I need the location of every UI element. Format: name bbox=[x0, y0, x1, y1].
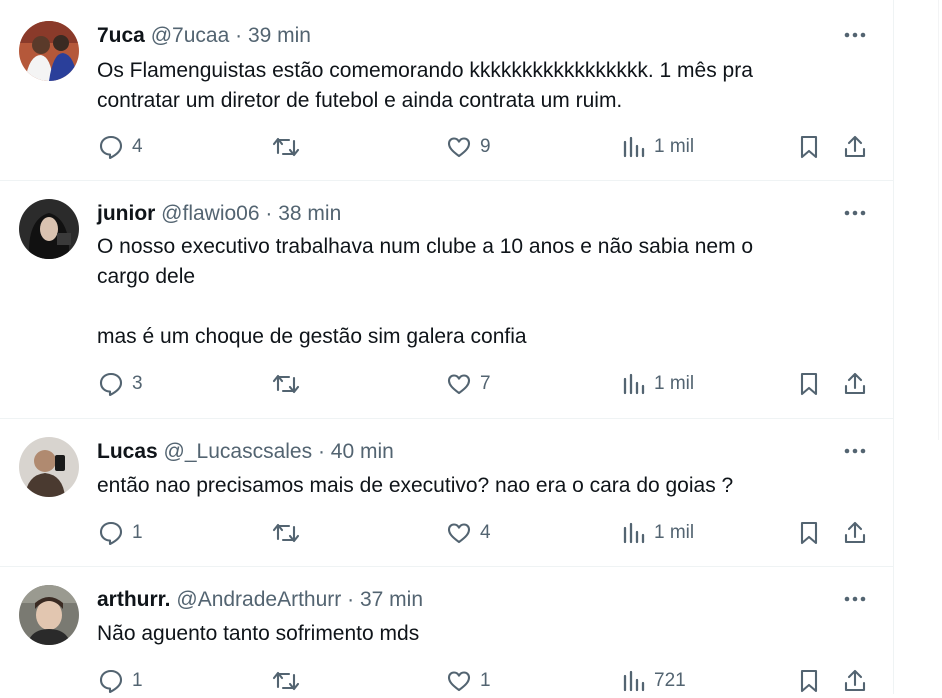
views-icon bbox=[623, 522, 645, 544]
separator-dot: · bbox=[235, 24, 243, 47]
author-handle[interactable]: @7ucaa bbox=[151, 24, 230, 47]
views-count: 1 mil bbox=[654, 522, 695, 543]
separator-dot: · bbox=[317, 440, 325, 463]
bookmark-button[interactable] bbox=[797, 668, 821, 694]
views-icon bbox=[623, 373, 645, 395]
right-column bbox=[894, 0, 942, 694]
author-name[interactable]: 7uca bbox=[97, 24, 145, 47]
reply-count: 1 bbox=[132, 670, 143, 691]
heart-icon bbox=[447, 523, 471, 544]
share-button[interactable] bbox=[842, 371, 868, 397]
heart-icon bbox=[447, 671, 471, 692]
repost-icon bbox=[272, 374, 300, 394]
more-icon[interactable] bbox=[842, 203, 868, 223]
timestamp[interactable]: 39 min bbox=[248, 24, 311, 47]
like-button[interactable]: 7 bbox=[446, 371, 491, 397]
like-button[interactable]: 1 bbox=[446, 668, 491, 694]
bookmark-button[interactable] bbox=[797, 134, 821, 160]
bookmark-icon bbox=[800, 372, 818, 396]
bookmark-icon bbox=[800, 135, 818, 159]
views-button[interactable]: 1 mil bbox=[622, 371, 694, 397]
avatar[interactable] bbox=[19, 585, 79, 645]
views-button[interactable]: 721 bbox=[622, 668, 686, 694]
author-name[interactable]: junior bbox=[97, 202, 155, 225]
reply-count: 4 bbox=[132, 136, 143, 157]
share-icon bbox=[844, 135, 866, 158]
tweet-text: Não aguento tanto sofrimento mds bbox=[97, 622, 420, 645]
more-icon[interactable] bbox=[842, 441, 868, 461]
tweet-text: Os Flamenguistas estão comemorando kkkkk… bbox=[97, 59, 753, 112]
like-button[interactable]: 4 bbox=[446, 520, 491, 546]
bookmark-icon bbox=[800, 669, 818, 693]
repost-button[interactable] bbox=[271, 371, 309, 397]
reply-count: 3 bbox=[132, 373, 143, 394]
bookmark-button[interactable] bbox=[797, 371, 821, 397]
action-bar: 4 9 1 mil bbox=[0, 130, 893, 164]
views-icon bbox=[623, 136, 645, 158]
repost-icon bbox=[272, 671, 300, 691]
tweet-text: então nao precisamos mais de executivo? … bbox=[97, 474, 734, 497]
timestamp[interactable]: 38 min bbox=[278, 202, 341, 225]
more-icon[interactable] bbox=[842, 25, 868, 45]
heart-icon bbox=[447, 137, 471, 158]
views-button[interactable]: 1 mil bbox=[622, 134, 694, 160]
separator-dot: · bbox=[347, 588, 355, 611]
share-icon bbox=[844, 521, 866, 544]
divider bbox=[938, 0, 939, 440]
reply-button[interactable]: 3 bbox=[98, 371, 143, 397]
bookmark-icon bbox=[800, 521, 818, 545]
author-name[interactable]: arthurr. bbox=[97, 588, 171, 611]
action-bar: 1 4 1 mil bbox=[0, 516, 893, 550]
timestamp[interactable]: 40 min bbox=[331, 440, 394, 463]
bookmark-button[interactable] bbox=[797, 520, 821, 546]
repost-button[interactable] bbox=[271, 520, 309, 546]
reply-count: 1 bbox=[132, 522, 143, 543]
like-count: 1 bbox=[480, 670, 491, 691]
action-bar: 1 1 721 bbox=[0, 664, 893, 698]
tweet[interactable]: 7uca @7ucaa · 39 min Os Flamenguistas es… bbox=[0, 0, 893, 181]
views-icon bbox=[623, 670, 645, 692]
reply-icon bbox=[99, 135, 123, 160]
share-button[interactable] bbox=[842, 134, 868, 160]
author-handle[interactable]: @_Lucascsales bbox=[164, 440, 313, 463]
share-button[interactable] bbox=[842, 520, 868, 546]
avatar[interactable] bbox=[19, 21, 79, 81]
author-handle[interactable]: @AndradeArthurr bbox=[176, 588, 341, 611]
reply-feed: 7uca @7ucaa · 39 min Os Flamenguistas es… bbox=[0, 0, 894, 694]
tweet[interactable]: junior @flawio06 · 38 min O nosso execut… bbox=[0, 181, 893, 419]
avatar[interactable] bbox=[19, 437, 79, 497]
reply-icon bbox=[99, 521, 123, 546]
like-button[interactable]: 9 bbox=[446, 134, 491, 160]
like-count: 7 bbox=[480, 373, 491, 394]
reply-button[interactable]: 1 bbox=[98, 668, 143, 694]
views-count: 1 mil bbox=[654, 136, 695, 157]
like-count: 4 bbox=[480, 522, 491, 543]
views-count: 721 bbox=[654, 670, 686, 691]
action-bar: 3 7 1 mil bbox=[0, 367, 893, 401]
share-icon bbox=[844, 669, 866, 692]
repost-icon bbox=[272, 523, 300, 543]
author-handle[interactable]: @flawio06 bbox=[161, 202, 259, 225]
tweet-text: O nosso executivo trabalhava num clube a… bbox=[97, 235, 754, 348]
more-icon[interactable] bbox=[842, 589, 868, 609]
tweet[interactable]: Lucas @_Lucascsales · 40 min então nao p… bbox=[0, 419, 893, 567]
author-name[interactable]: Lucas bbox=[97, 440, 158, 463]
share-icon bbox=[844, 372, 866, 395]
reply-icon bbox=[99, 669, 123, 694]
reply-button[interactable]: 4 bbox=[98, 134, 143, 160]
timestamp[interactable]: 37 min bbox=[360, 588, 423, 611]
heart-icon bbox=[447, 374, 471, 395]
like-count: 9 bbox=[480, 136, 491, 157]
repost-icon bbox=[272, 137, 300, 157]
reply-icon bbox=[99, 372, 123, 397]
separator-dot: · bbox=[265, 202, 273, 225]
avatar[interactable] bbox=[19, 199, 79, 259]
share-button[interactable] bbox=[842, 668, 868, 694]
reply-button[interactable]: 1 bbox=[98, 520, 143, 546]
tweet[interactable]: arthurr. @AndradeArthurr · 37 min Não ag… bbox=[0, 567, 893, 694]
repost-button[interactable] bbox=[271, 134, 309, 160]
views-count: 1 mil bbox=[654, 373, 695, 394]
views-button[interactable]: 1 mil bbox=[622, 520, 694, 546]
repost-button[interactable] bbox=[271, 668, 309, 694]
